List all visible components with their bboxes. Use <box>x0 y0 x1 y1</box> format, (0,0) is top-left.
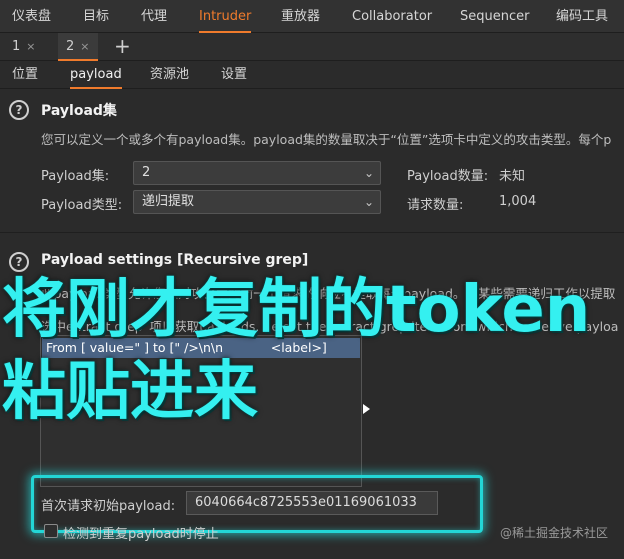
tab-intruder[interactable]: Intruder <box>199 0 252 33</box>
request-count-value: 1,004 <box>499 194 537 209</box>
payload-settings-title: Payload settings [Recursive grep] <box>41 252 309 268</box>
request-count-label: 请求数量: <box>407 198 464 213</box>
payload-type-value: 递归提取 <box>142 194 195 209</box>
mouse-cursor-icon <box>363 404 370 414</box>
tab-dashboard[interactable]: 仪表盘 <box>12 0 51 33</box>
payload-count-value: 未知 <box>499 169 526 184</box>
request-tab-1[interactable]: 1 × <box>4 33 44 61</box>
tab-positions[interactable]: 位置 <box>12 61 38 89</box>
close-icon[interactable]: × <box>26 40 35 53</box>
tab-target[interactable]: 目标 <box>83 0 109 33</box>
payload-count-label: Payload数量: <box>407 169 489 184</box>
initial-payload-label: 首次请求初始payload: <box>41 499 176 514</box>
payload-set-label: Payload集: <box>41 169 110 184</box>
request-tab-label: 2 <box>66 39 75 54</box>
stop-duplicate-checkbox[interactable] <box>44 524 58 538</box>
add-tab-icon[interactable]: + <box>114 33 131 61</box>
request-tabs: 1 × 2 × <box>0 33 624 61</box>
tab-proxy[interactable]: 代理 <box>141 0 167 33</box>
annotation-line-1: 将刚才复制的token <box>2 273 591 347</box>
tab-sequencer[interactable]: Sequencer <box>460 0 529 33</box>
top-navigation: 仪表盘 目标 代理 Intruder 重放器 Collaborator Sequ… <box>0 0 624 33</box>
payload-type-label: Payload类型: <box>41 198 123 213</box>
payload-set-value: 2 <box>142 165 151 180</box>
request-tab-label: 1 <box>12 39 21 54</box>
tab-settings[interactable]: 设置 <box>221 61 247 89</box>
payload-set-select[interactable]: 2 ⌄ <box>133 161 381 185</box>
initial-payload-input[interactable]: 6040664c8725553e01169061033 <box>186 491 438 515</box>
watermark: @稀土掘金技术社区 <box>499 526 608 540</box>
tab-collaborator[interactable]: Collaborator <box>352 0 432 33</box>
payload-sets-description: 您可以定义一个或多个有payload集。payload集的数量取决于“位置”选项… <box>41 132 612 147</box>
section-divider <box>0 232 624 233</box>
question-circle-icon[interactable]: ? <box>9 252 29 272</box>
tab-resource-pool[interactable]: 资源池 <box>150 61 189 89</box>
tab-repeater[interactable]: 重放器 <box>281 0 320 33</box>
intruder-sub-tabs: 位置 payload 资源池 设置 <box>0 61 624 89</box>
stop-duplicate-label: 检测到重复payload时停止 <box>63 527 219 542</box>
payload-type-select[interactable]: 递归提取 ⌄ <box>133 190 381 214</box>
question-circle-icon[interactable]: ? <box>9 100 29 120</box>
payload-sets-title: Payload集 <box>41 103 117 119</box>
tab-decoder[interactable]: 编码工具 <box>556 0 608 33</box>
chevron-down-icon: ⌄ <box>363 166 374 180</box>
annotation-line-2: 粘贴进来 <box>2 355 258 429</box>
tab-payloads[interactable]: payload <box>70 61 122 89</box>
request-tab-2[interactable]: 2 × <box>58 33 98 61</box>
chevron-down-icon: ⌄ <box>363 195 374 209</box>
close-icon[interactable]: × <box>80 40 89 53</box>
